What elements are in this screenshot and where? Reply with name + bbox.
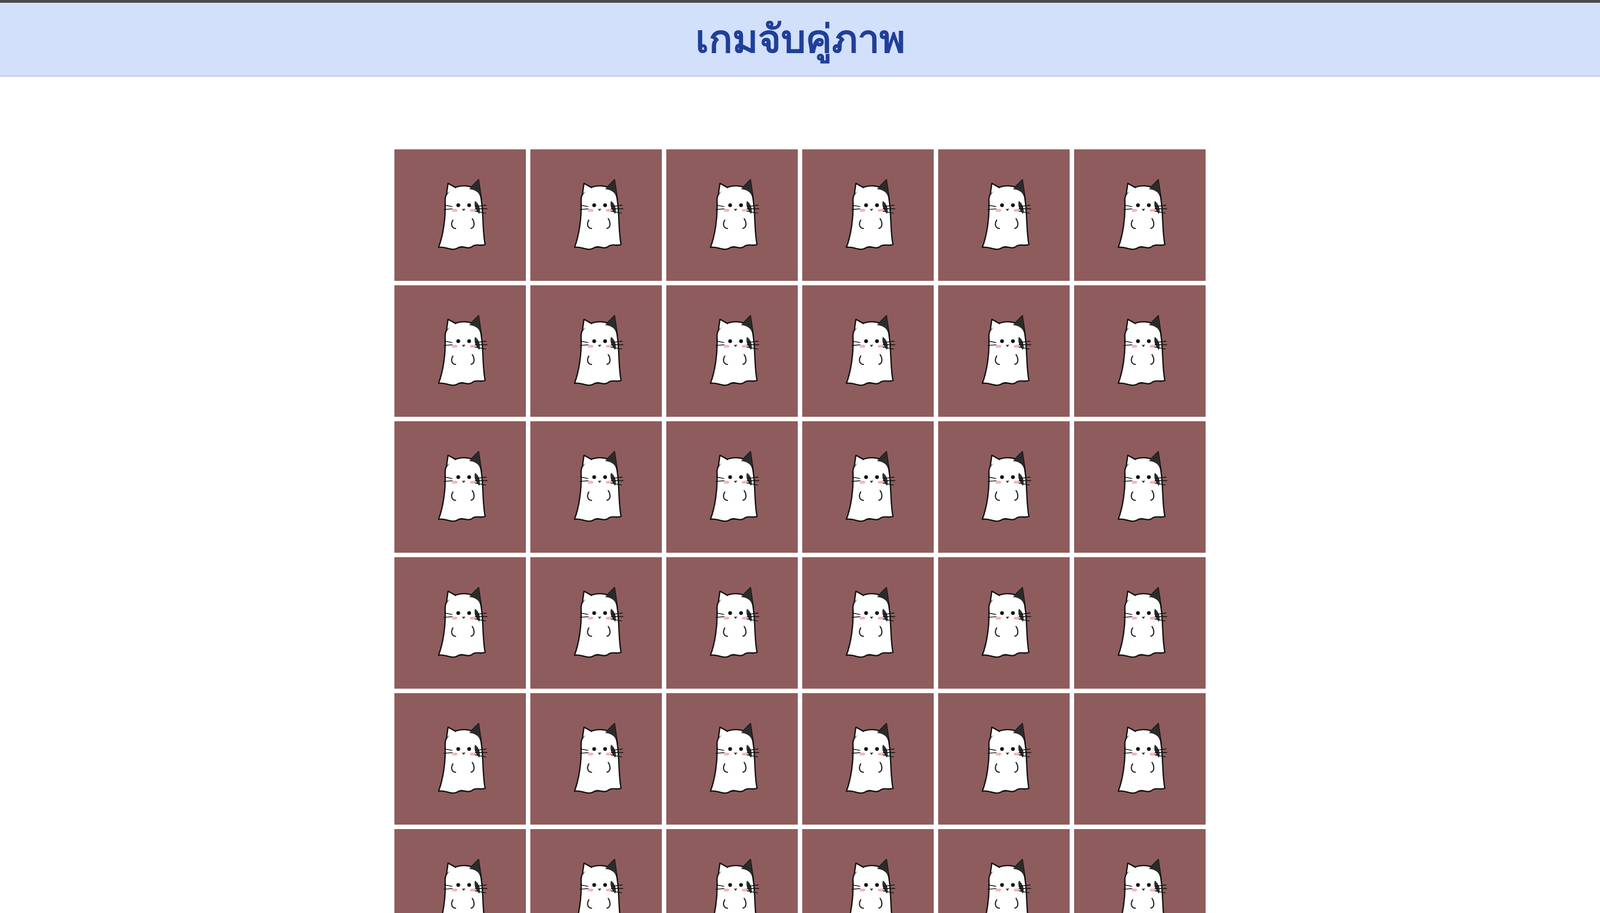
ghost-cat-icon bbox=[695, 851, 769, 913]
card-tile[interactable] bbox=[530, 421, 662, 553]
card-tile[interactable] bbox=[394, 693, 526, 825]
card-tile[interactable] bbox=[802, 693, 934, 825]
ghost-cat-icon bbox=[967, 579, 1041, 667]
card-tile[interactable] bbox=[530, 149, 662, 281]
ghost-cat-icon bbox=[695, 715, 769, 803]
ghost-cat-icon bbox=[424, 851, 497, 913]
card-tile[interactable] bbox=[530, 557, 662, 689]
ghost-cat-icon bbox=[560, 579, 633, 667]
game-title: เกมจับคู่ภาพ bbox=[695, 13, 906, 65]
card-tile[interactable] bbox=[666, 149, 798, 281]
card-tile[interactable] bbox=[802, 149, 934, 281]
card-tile[interactable] bbox=[666, 285, 798, 417]
card-tile[interactable] bbox=[394, 557, 526, 689]
ghost-cat-icon bbox=[1103, 443, 1177, 531]
ghost-cat-icon bbox=[967, 715, 1041, 803]
card-tile[interactable] bbox=[938, 829, 1070, 913]
card-tile[interactable] bbox=[1074, 693, 1206, 825]
card-tile[interactable] bbox=[802, 557, 934, 689]
card-tile[interactable] bbox=[802, 829, 934, 913]
ghost-cat-icon bbox=[1103, 851, 1177, 913]
ghost-cat-icon bbox=[967, 307, 1041, 395]
card-tile[interactable] bbox=[530, 693, 662, 825]
ghost-cat-icon bbox=[424, 443, 497, 531]
ghost-cat-icon bbox=[560, 171, 633, 260]
card-tile[interactable] bbox=[1074, 421, 1206, 553]
ghost-cat-icon bbox=[1103, 715, 1177, 803]
card-tile[interactable] bbox=[530, 285, 662, 417]
ghost-cat-icon bbox=[424, 579, 497, 667]
ghost-cat-icon bbox=[424, 307, 497, 395]
card-tile[interactable] bbox=[802, 285, 934, 417]
ghost-cat-icon bbox=[1103, 307, 1177, 395]
ghost-cat-icon bbox=[831, 851, 905, 913]
card-tile[interactable] bbox=[938, 557, 1070, 689]
card-tile[interactable] bbox=[666, 421, 798, 553]
ghost-cat-icon bbox=[424, 715, 497, 803]
card-tile[interactable] bbox=[666, 829, 798, 913]
card-tile[interactable] bbox=[1074, 149, 1206, 281]
card-tile[interactable] bbox=[394, 285, 526, 417]
ghost-cat-icon bbox=[831, 579, 905, 667]
card-tile[interactable] bbox=[394, 421, 526, 553]
ghost-cat-icon bbox=[695, 171, 769, 260]
ghost-cat-icon bbox=[831, 171, 905, 260]
ghost-cat-icon bbox=[1103, 579, 1177, 667]
ghost-cat-icon bbox=[695, 579, 769, 667]
ghost-cat-icon bbox=[1103, 171, 1177, 260]
card-tile[interactable] bbox=[530, 829, 662, 913]
ghost-cat-icon bbox=[831, 715, 905, 803]
card-tile[interactable] bbox=[666, 693, 798, 825]
ghost-cat-icon bbox=[560, 443, 633, 531]
ghost-cat-icon bbox=[967, 443, 1041, 531]
card-grid bbox=[394, 149, 1206, 913]
ghost-cat-icon bbox=[560, 307, 633, 395]
card-tile[interactable] bbox=[938, 285, 1070, 417]
card-tile[interactable] bbox=[394, 149, 526, 281]
ghost-cat-icon bbox=[695, 307, 769, 395]
card-tile[interactable] bbox=[394, 829, 526, 913]
ghost-cat-icon bbox=[967, 171, 1041, 260]
card-tile[interactable] bbox=[938, 421, 1070, 553]
card-tile[interactable] bbox=[666, 557, 798, 689]
ghost-cat-icon bbox=[560, 715, 633, 803]
ghost-cat-icon bbox=[695, 443, 769, 531]
card-tile[interactable] bbox=[1074, 285, 1206, 417]
ghost-cat-icon bbox=[560, 851, 633, 913]
ghost-cat-icon bbox=[831, 443, 905, 531]
card-tile[interactable] bbox=[1074, 557, 1206, 689]
card-tile[interactable] bbox=[938, 149, 1070, 281]
card-tile[interactable] bbox=[938, 693, 1070, 825]
page-header: เกมจับคู่ภาพ bbox=[0, 2, 1600, 77]
ghost-cat-icon bbox=[424, 171, 497, 260]
ghost-cat-icon bbox=[831, 307, 905, 395]
card-tile[interactable] bbox=[802, 421, 934, 553]
ghost-cat-icon bbox=[967, 851, 1041, 913]
card-tile[interactable] bbox=[1074, 829, 1206, 913]
